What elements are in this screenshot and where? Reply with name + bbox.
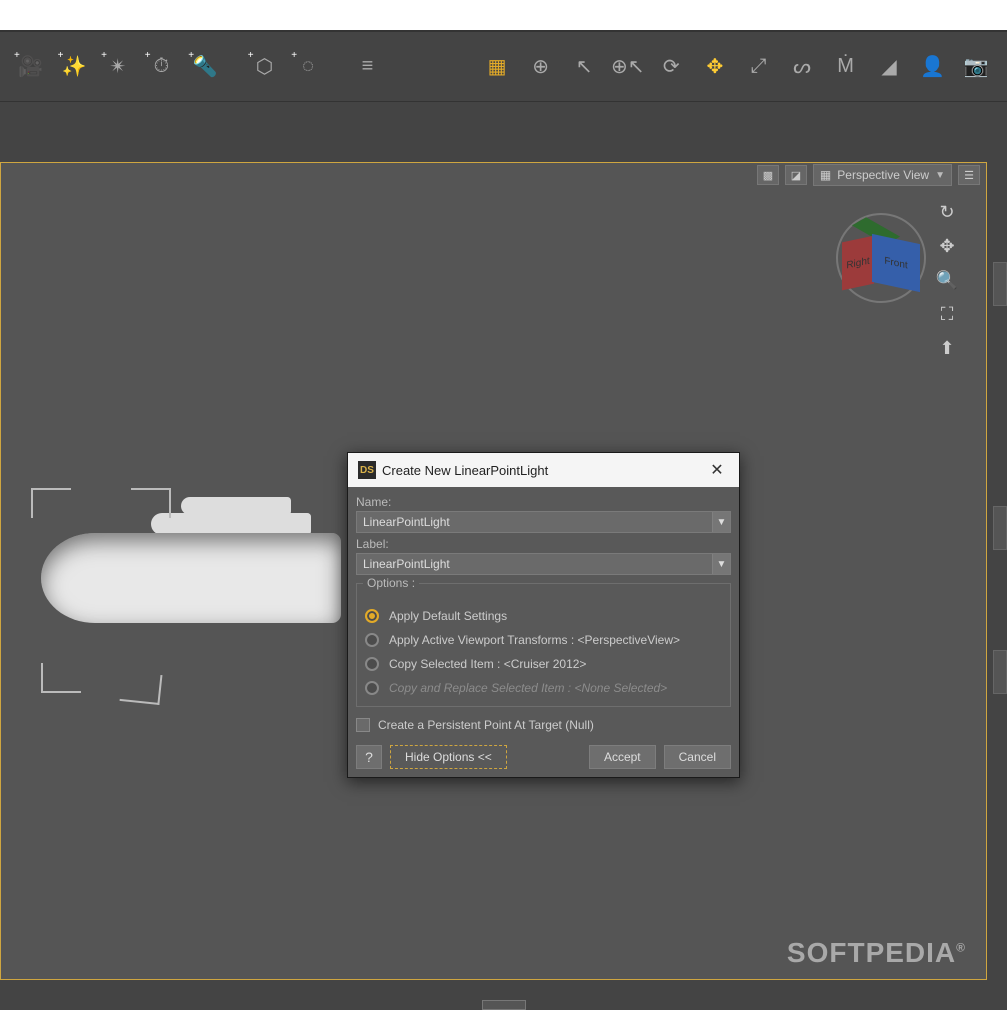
dock-handle-3[interactable] bbox=[993, 650, 1007, 694]
view-selector[interactable]: ▦ Perspective View ▼ bbox=[813, 164, 952, 186]
reset-icon[interactable]: ⬆ bbox=[934, 335, 960, 361]
options-title: Options : bbox=[363, 576, 419, 590]
label-label: Label: bbox=[356, 537, 731, 551]
vp-menu-icon[interactable]: ☰ bbox=[958, 165, 980, 185]
scene-object-ship[interactable] bbox=[41, 493, 341, 643]
region-icon[interactable]: 👤 bbox=[914, 48, 952, 86]
option-label: Apply Default Settings bbox=[389, 609, 507, 623]
vp-icon-2[interactable]: ◪ bbox=[785, 165, 807, 185]
close-icon[interactable]: ✕ bbox=[705, 458, 729, 482]
option-copy-replace: Copy and Replace Selected Item : <None S… bbox=[365, 676, 722, 700]
accept-button[interactable]: Accept bbox=[589, 745, 656, 769]
main-toolbar: +🎥 +✨ +✴ +⏱ +🔦 +⬡ +◌ ≡ ▦ ⊕ ↖ ⊕↖ ⟳ ✥ ⤢ ᔕ … bbox=[0, 32, 1007, 102]
option-label: Copy Selected Item : <Cruiser 2012> bbox=[389, 657, 586, 671]
pose-icon[interactable]: ᔕ bbox=[783, 48, 821, 86]
option-copy-selected[interactable]: Copy Selected Item : <Cruiser 2012> bbox=[365, 652, 722, 676]
new-distant-light-icon[interactable]: +✴ bbox=[99, 48, 137, 86]
rotate-icon[interactable]: ⟳ bbox=[653, 48, 691, 86]
select-icon[interactable]: ↖ bbox=[565, 48, 603, 86]
name-dropdown-icon[interactable]: ▼ bbox=[712, 512, 730, 532]
orbit-icon[interactable]: ↻ bbox=[934, 199, 960, 225]
dialog-titlebar[interactable]: DS Create New LinearPointLight ✕ bbox=[348, 453, 739, 487]
checkbox-label: Create a Persistent Point At Target (Nul… bbox=[378, 718, 594, 732]
select-target-icon[interactable]: ⊕↖ bbox=[609, 48, 647, 86]
app-frame: +🎥 +✨ +✴ +⏱ +🔦 +⬡ +◌ ≡ ▦ ⊕ ↖ ⊕↖ ⟳ ✥ ⤢ ᔕ … bbox=[0, 30, 1007, 1010]
checkbox-icon bbox=[356, 718, 370, 732]
view-cube[interactable]: Right Front bbox=[836, 213, 926, 303]
dialog-title: Create New LinearPointLight bbox=[382, 463, 548, 478]
scale-icon[interactable]: ⤢ bbox=[740, 48, 778, 86]
new-group-icon[interactable]: +◌ bbox=[289, 48, 327, 86]
help-button[interactable]: ? bbox=[356, 745, 382, 769]
radio-icon bbox=[365, 681, 379, 695]
dock-handle-2[interactable] bbox=[993, 506, 1007, 550]
right-dock bbox=[993, 262, 1007, 980]
name-label: Name: bbox=[356, 495, 731, 509]
viewcube-right[interactable]: Right bbox=[842, 236, 874, 291]
figure-icon[interactable]: Ṁ bbox=[827, 48, 865, 86]
option-viewport-transforms[interactable]: Apply Active Viewport Transforms : <Pers… bbox=[365, 628, 722, 652]
viewport-tools: ↻ ✥ 🔍 ⛶ ⬆ bbox=[928, 193, 966, 367]
radio-icon bbox=[365, 633, 379, 647]
options-group: Options : Apply Default Settings Apply A… bbox=[356, 583, 731, 707]
watermark: SOFTPEDIA® bbox=[787, 937, 966, 969]
chevron-down-icon: ▼ bbox=[935, 170, 945, 181]
new-spotlight-icon[interactable]: +✨ bbox=[56, 48, 94, 86]
app-logo-icon: DS bbox=[358, 461, 376, 479]
new-linear-light-icon[interactable]: +🔦 bbox=[186, 48, 224, 86]
new-camera-icon[interactable]: +🎥 bbox=[12, 48, 50, 86]
align-icon[interactable]: ≡ bbox=[349, 48, 387, 86]
move-icon[interactable]: ✥ bbox=[696, 48, 734, 86]
pan-icon[interactable]: ✥ bbox=[934, 233, 960, 259]
cancel-button[interactable]: Cancel bbox=[664, 745, 731, 769]
zoom-icon[interactable]: 🔍 bbox=[934, 267, 960, 293]
name-input[interactable] bbox=[357, 515, 712, 529]
label-dropdown-icon[interactable]: ▼ bbox=[712, 554, 730, 574]
view-label: Perspective View bbox=[837, 168, 929, 182]
grid-icon[interactable]: ▦ bbox=[478, 48, 516, 86]
label-input[interactable] bbox=[357, 557, 712, 571]
radio-icon bbox=[365, 609, 379, 623]
dock-handle-1[interactable] bbox=[993, 262, 1007, 306]
frame-icon[interactable]: ⛶ bbox=[934, 301, 960, 327]
radio-icon bbox=[365, 657, 379, 671]
vp-icon-1[interactable]: ▩ bbox=[757, 165, 779, 185]
option-default-settings[interactable]: Apply Default Settings bbox=[365, 604, 722, 628]
checkbox-persistent-point[interactable]: Create a Persistent Point At Target (Nul… bbox=[356, 713, 731, 737]
hide-options-button[interactable]: Hide Options << bbox=[390, 745, 507, 769]
surface-icon[interactable]: ◢ bbox=[870, 48, 908, 86]
bottom-dock-handle[interactable] bbox=[482, 1000, 526, 1010]
create-light-dialog: DS Create New LinearPointLight ✕ Name: ▼… bbox=[347, 452, 740, 778]
new-null-icon[interactable]: +⬡ bbox=[246, 48, 284, 86]
grid-small-icon: ▦ bbox=[820, 168, 831, 182]
viewcube-front[interactable]: Front bbox=[872, 234, 920, 292]
camera-icon[interactable]: 📷 bbox=[957, 48, 995, 86]
option-label: Apply Active Viewport Transforms : <Pers… bbox=[389, 633, 680, 647]
viewport-header: ▩ ◪ ▦ Perspective View ▼ ☰ bbox=[1, 163, 986, 187]
option-label: Copy and Replace Selected Item : <None S… bbox=[389, 681, 667, 695]
globe-icon[interactable]: ⊕ bbox=[522, 48, 560, 86]
new-point-light-icon[interactable]: +⏱ bbox=[143, 48, 181, 86]
